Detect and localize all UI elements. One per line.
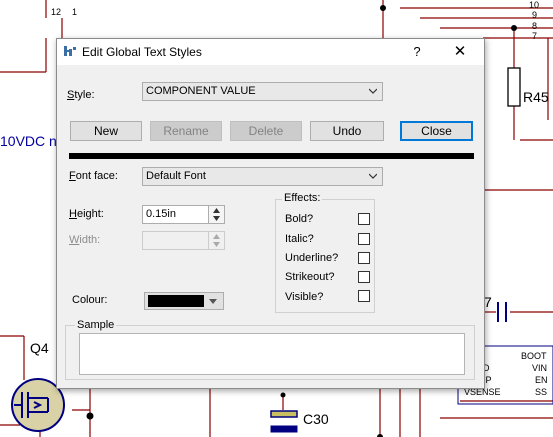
- style-dropdown-value: COMPONENT VALUE: [146, 85, 256, 97]
- pin-label: 1: [72, 7, 78, 17]
- italic-checkbox[interactable]: [358, 233, 370, 245]
- font-face-label-rest: ont face:: [75, 170, 118, 182]
- chevron-down-icon: [369, 88, 377, 94]
- delete-button[interactable]: Delete: [230, 121, 302, 141]
- style-label: Style:: [67, 89, 95, 101]
- width-spin-arrows[interactable]: [208, 232, 224, 249]
- height-label-rest: eight:: [76, 208, 104, 220]
- spin-up-icon[interactable]: [213, 208, 220, 213]
- colour-swatch: [148, 295, 204, 307]
- font-face-dropdown[interactable]: Default Font: [142, 167, 383, 186]
- close-button[interactable]: Close: [400, 121, 473, 141]
- height-spin-arrows[interactable]: [208, 206, 224, 223]
- bold-label: Bold?: [285, 213, 314, 225]
- italic-label: Italic?: [285, 233, 314, 245]
- spin-down-icon[interactable]: [213, 216, 220, 221]
- visible-checkbox[interactable]: [358, 290, 370, 302]
- underline-checkbox[interactable]: [358, 252, 370, 264]
- dialog-title: Edit Global Text Styles: [82, 45, 202, 59]
- pin-label: 10: [529, 0, 540, 10]
- height-label: Height:: [69, 208, 104, 220]
- chevron-down-icon: [209, 299, 217, 304]
- style-label-rest: tyle:: [74, 89, 95, 101]
- help-button[interactable]: ?: [405, 41, 429, 63]
- pin-label: 7: [532, 31, 538, 41]
- undo-button[interactable]: Undo: [310, 121, 384, 141]
- width-label: Width:: [69, 234, 101, 246]
- width-label-rest: idth:: [79, 234, 101, 246]
- ic-pin-label: EN: [535, 375, 548, 385]
- visible-label: Visible?: [285, 291, 324, 303]
- style-preview-bar: [69, 153, 474, 159]
- pin-label: 9: [532, 10, 538, 20]
- underline-label: Underline?: [285, 252, 339, 264]
- strikeout-label: Strikeout?: [285, 271, 335, 283]
- rename-button[interactable]: Rename: [150, 121, 222, 141]
- component-label: 7: [484, 294, 492, 310]
- edit-global-text-styles-dialog: Edit Global Text Styles ? ✕ Style: COMPO…: [56, 38, 485, 389]
- dialog-titlebar[interactable]: Edit Global Text Styles ? ✕: [57, 39, 484, 65]
- width-spinner[interactable]: [142, 231, 225, 250]
- spin-up-icon[interactable]: [213, 234, 220, 239]
- resistor-r45: [507, 67, 521, 107]
- font-face-label: Font face:: [69, 170, 118, 182]
- new-button[interactable]: New: [70, 121, 142, 141]
- ic-pin-label: BOOT: [521, 351, 547, 361]
- component-label-c30: C30: [303, 411, 329, 427]
- height-value: 0.15in: [146, 208, 176, 220]
- component-label-r45: R45: [523, 89, 549, 105]
- sample-preview-box: [79, 333, 465, 375]
- pin-label: 12: [51, 7, 62, 17]
- font-face-value: Default Font: [146, 170, 206, 182]
- height-spinner[interactable]: 0.15in: [142, 205, 225, 224]
- strikeout-checkbox[interactable]: [358, 271, 370, 283]
- chevron-down-icon: [369, 173, 377, 179]
- app-icon: [64, 46, 76, 56]
- capacitor-c30: [270, 410, 298, 433]
- ic-pin-label: SS: [535, 387, 548, 397]
- colour-label: Colour:: [72, 294, 108, 306]
- spin-down-icon[interactable]: [213, 242, 220, 247]
- style-dropdown[interactable]: COMPONENT VALUE: [142, 82, 383, 101]
- net-label: 10VDC n: [0, 133, 57, 149]
- bold-checkbox[interactable]: [358, 213, 370, 225]
- close-icon[interactable]: ✕: [447, 41, 473, 63]
- sample-legend: Sample: [75, 319, 117, 331]
- component-label-q4: Q4: [30, 340, 49, 356]
- pin-label: 8: [532, 21, 538, 31]
- capacitor-right: [497, 302, 507, 322]
- effects-legend: Effects:: [282, 192, 323, 204]
- colour-picker[interactable]: [144, 292, 224, 310]
- ic-pin-label: VIN: [532, 363, 548, 373]
